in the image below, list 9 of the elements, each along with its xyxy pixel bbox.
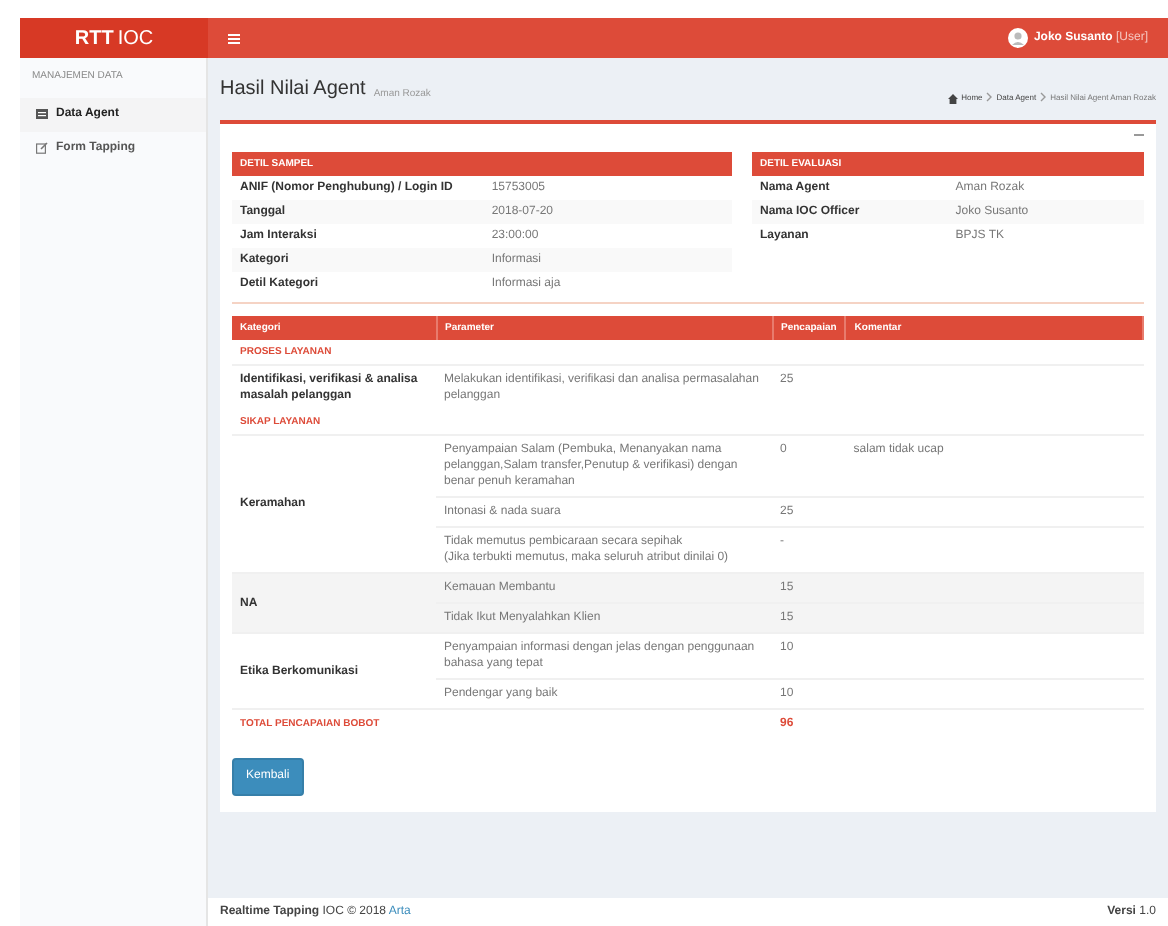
page-title: Hasil Nilai Agent — [220, 76, 366, 104]
chevron-icon — [986, 92, 993, 102]
home-icon — [947, 93, 958, 103]
list-icon — [36, 108, 48, 120]
edit-icon — [36, 142, 48, 154]
chevron-icon — [1040, 92, 1047, 102]
menu-icon[interactable] — [228, 33, 240, 43]
avatar-icon — [1007, 28, 1028, 48]
logo[interactable]: RTT IOC — [20, 18, 208, 58]
